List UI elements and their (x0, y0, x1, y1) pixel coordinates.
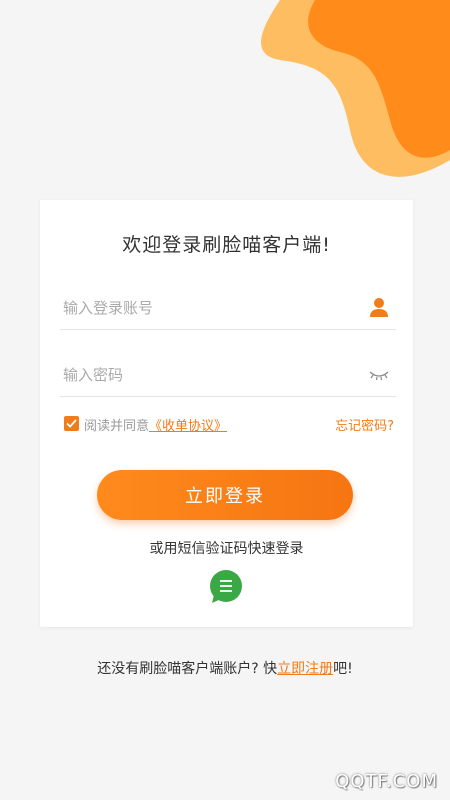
check-icon (66, 419, 77, 428)
message-icon[interactable] (207, 570, 245, 604)
account-field[interactable] (60, 288, 396, 330)
agreement-link[interactable]: 《收单协议》 (149, 419, 227, 434)
decorative-blob (261, 0, 450, 177)
register-prefix: 还没有刷脸喵客户端账户? 快 (97, 661, 278, 677)
register-suffix: 吧! (333, 661, 353, 677)
password-field[interactable] (60, 355, 396, 397)
account-input[interactable] (63, 288, 353, 328)
password-input[interactable] (63, 355, 353, 395)
agreement-row: 阅读并同意《收单协议》 忘记密码? (64, 414, 394, 434)
eye-closed-icon[interactable] (368, 363, 390, 385)
forgot-password-link[interactable]: 忘记密码? (335, 415, 394, 434)
agreement-text: 阅读并同意《收单协议》 (84, 415, 227, 434)
user-icon (370, 298, 388, 317)
register-row: 还没有刷脸喵客户端账户? 快立即注册吧! (0, 658, 450, 678)
watermark: QQTF.COM (335, 771, 438, 792)
agreement-checkbox[interactable] (64, 416, 79, 431)
login-button[interactable]: 立即登录 (97, 470, 353, 520)
login-card: 欢迎登录刷脸喵客户端! 阅读并同意《收单协议》 忘记密码? 立即登录 或用短信验… (40, 200, 413, 627)
agreement-prefix: 阅读并同意 (84, 419, 150, 434)
sms-login-text: 或用短信验证码快速登录 (149, 541, 304, 557)
register-link[interactable]: 立即注册 (277, 661, 333, 677)
page-title: 欢迎登录刷脸喵客户端! (122, 234, 331, 256)
